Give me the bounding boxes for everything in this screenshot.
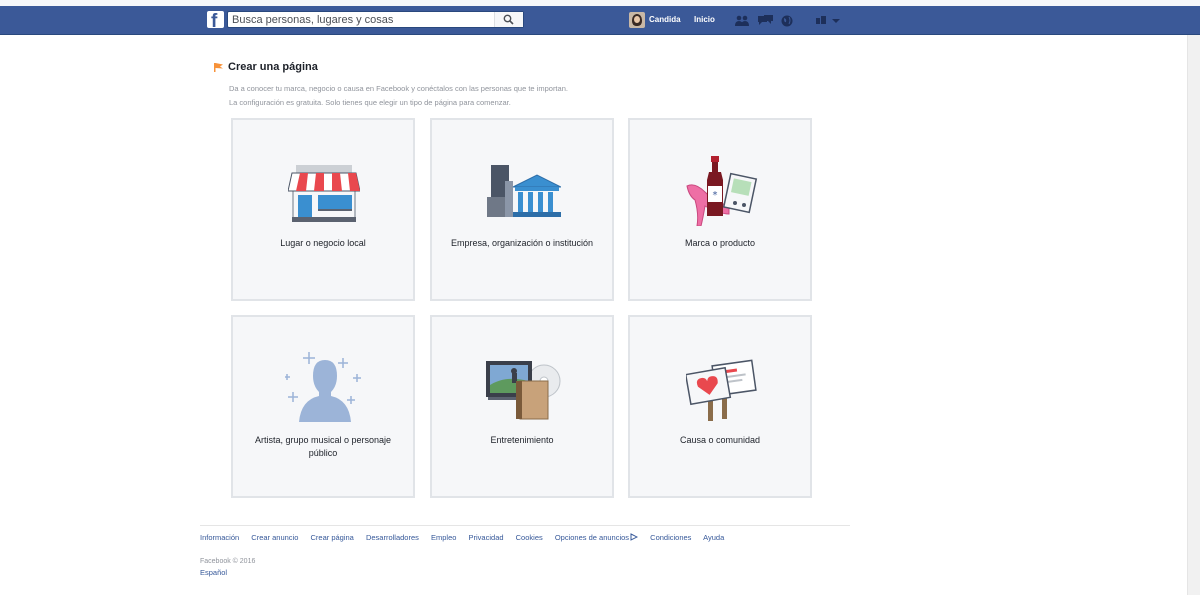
footer-link-create-ad[interactable]: Crear anuncio [251, 533, 298, 542]
footer-link-careers[interactable]: Empleo [431, 533, 456, 542]
messages-icon[interactable] [758, 15, 773, 26]
category-label: Marca o producto [684, 238, 756, 248]
footer-link-about[interactable]: Información [200, 533, 239, 542]
footer-link-ad-choices[interactable]: Opciones de anuncios [554, 533, 639, 542]
copyright: Facebook © 2016 [200, 558, 256, 565]
entertainment-icon [486, 361, 561, 420]
user-name: Candida [649, 15, 681, 24]
category-card-artist[interactable]: Artista, grupo musical o personaje públi… [231, 315, 415, 498]
search-icon [503, 14, 514, 25]
category-card-local-business[interactable]: Lugar o negocio local [231, 118, 415, 301]
search-button[interactable] [494, 12, 523, 27]
buildings-icon [487, 165, 561, 217]
person-sparkle-icon [285, 352, 361, 422]
category-card-entertainment[interactable]: Entretenimiento [430, 315, 614, 498]
footer-link-create-page[interactable]: Crear página [310, 533, 353, 542]
friend-requests-icon[interactable] [735, 15, 750, 26]
storefront-icon [288, 165, 360, 222]
language-link[interactable]: Español [200, 568, 227, 577]
category-card-brand[interactable]: * Marca o producto [628, 118, 812, 301]
category-label: Artista, grupo musical o personaje [254, 435, 392, 445]
page-title: Crear una página [228, 61, 318, 73]
category-label: Entretenimiento [490, 435, 554, 445]
category-card-cause[interactable]: Causa o comunidad [628, 315, 812, 498]
notifications-globe-icon[interactable] [781, 15, 793, 27]
flag-icon [214, 63, 223, 72]
svg-text:*: * [713, 190, 718, 201]
footer-links: Información Crear anuncio Crear página D… [200, 533, 734, 542]
footer-link-help[interactable]: Ayuda [703, 533, 724, 542]
page-description-line1: Da a conocer tu marca, negocio o causa e… [229, 84, 568, 93]
home-link[interactable]: Inicio [694, 12, 715, 28]
footer-divider [200, 525, 850, 526]
settings-dropdown-icon[interactable] [816, 15, 842, 26]
products-icon: * [686, 156, 758, 226]
page-description-line2: La configuración es gratuita. Solo tiene… [229, 98, 511, 107]
category-label-line2: público [308, 448, 338, 458]
signs-icon [686, 359, 757, 421]
ad-choices-icon [630, 533, 639, 541]
facebook-logo-icon[interactable]: f [207, 11, 224, 28]
avatar [629, 12, 645, 28]
footer-link-terms[interactable]: Condiciones [650, 533, 691, 542]
search-input[interactable] [232, 13, 492, 26]
category-card-company[interactable]: Empresa, organización o institución [430, 118, 614, 301]
category-label: Empresa, organización o institución [450, 238, 594, 248]
profile-link[interactable]: Candida [629, 12, 681, 28]
category-label: Causa o comunidad [679, 435, 761, 445]
category-label: Lugar o negocio local [280, 238, 366, 248]
scrollbar-track[interactable] [1187, 35, 1200, 595]
footer-link-privacy[interactable]: Privacidad [469, 533, 504, 542]
search-box [227, 11, 524, 28]
top-navigation-bar: f Candida Inicio [0, 6, 1200, 35]
footer-link-cookies[interactable]: Cookies [516, 533, 543, 542]
footer-link-ad-choices-label: Opciones de anuncios [554, 533, 630, 542]
footer-link-developers[interactable]: Desarrolladores [366, 533, 419, 542]
